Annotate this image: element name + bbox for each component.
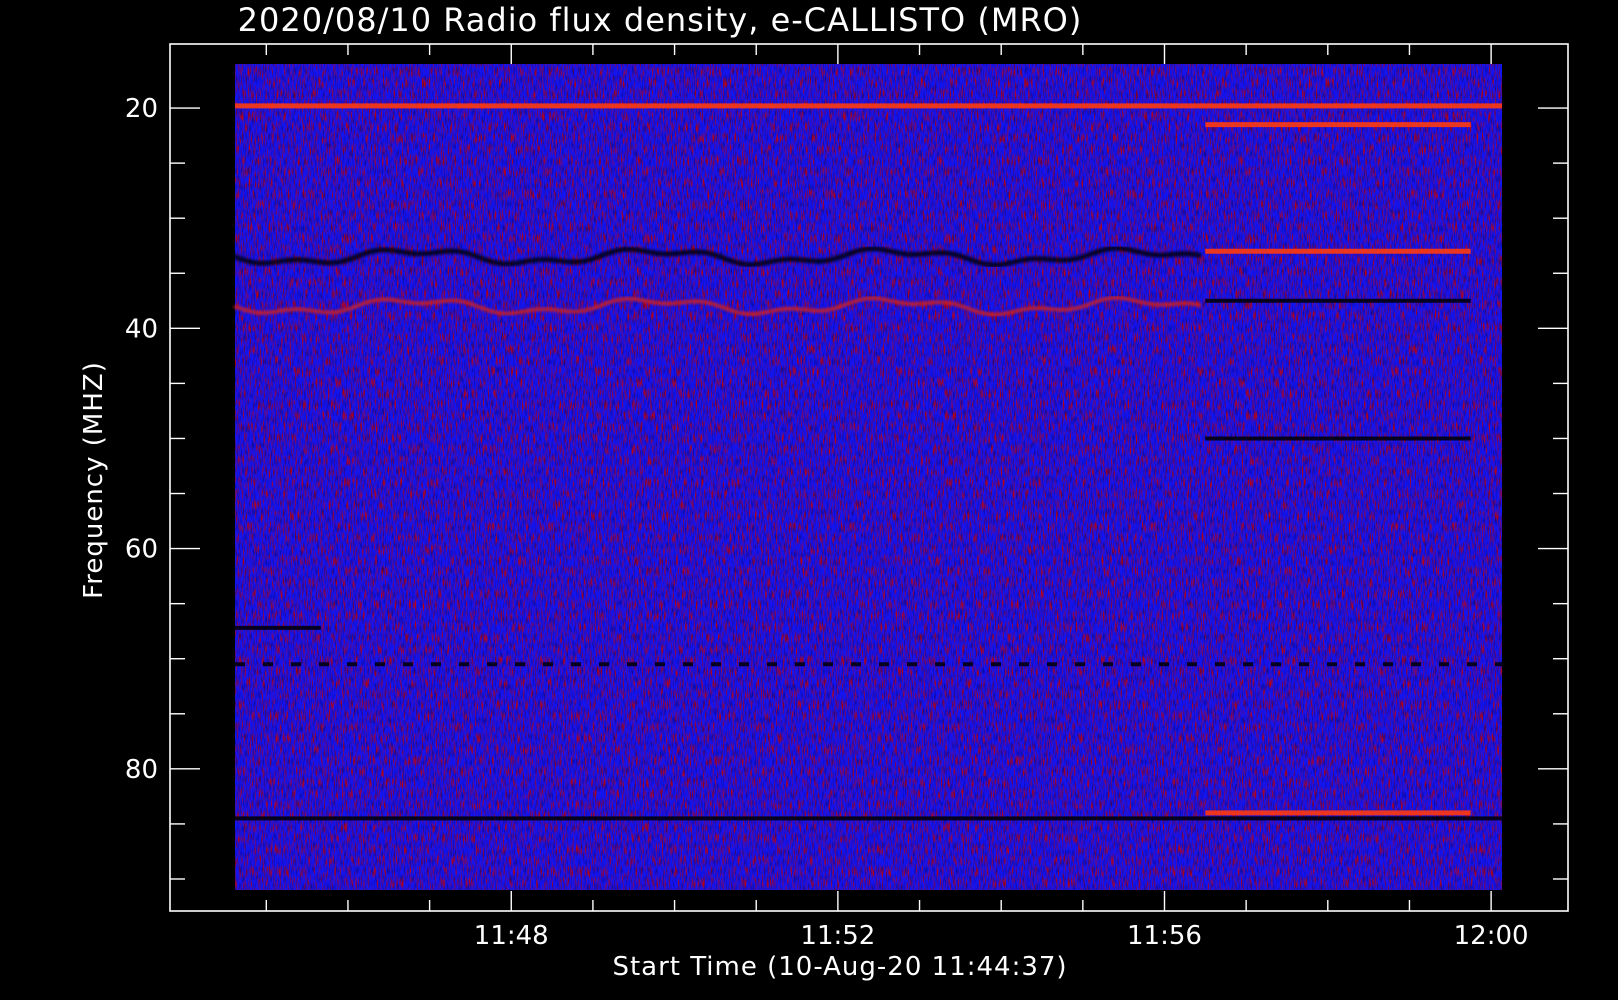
x-tick-label: 12:00	[1454, 921, 1529, 951]
spectrogram-heatmap	[232, 64, 1502, 890]
y-tick-label: 40	[125, 314, 158, 344]
y-tick-label: 80	[125, 755, 158, 785]
y-tick-label: 60	[125, 535, 158, 565]
y-tick-label: 20	[125, 94, 158, 124]
heatmap-dark-texture	[235, 64, 1502, 890]
x-tick-label: 11:56	[1127, 921, 1202, 951]
x-tick-label: 11:52	[800, 921, 875, 951]
x-axis-label: Start Time (10-Aug-20 11:44:37)	[612, 952, 1067, 982]
spectrogram-figure: 2020/08/10 Radio flux density, e-CALLIST…	[0, 0, 1618, 1000]
y-axis-label: Frequency (MHZ)	[79, 361, 109, 599]
x-tick-label: 11:48	[474, 921, 549, 951]
chart-title: 2020/08/10 Radio flux density, e-CALLIST…	[238, 1, 1083, 39]
